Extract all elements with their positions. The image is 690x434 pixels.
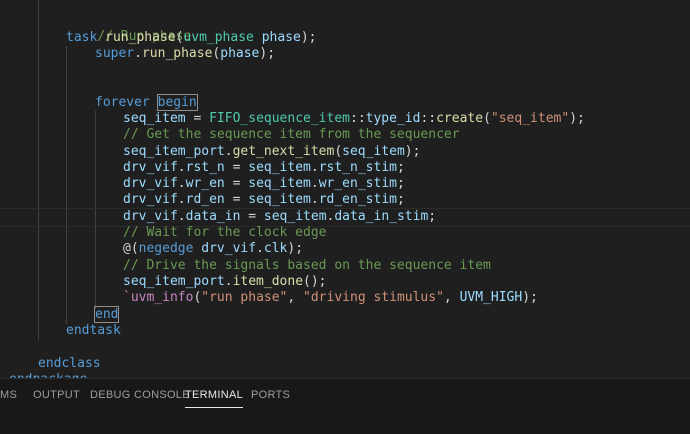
tab-debug-console[interactable]: DEBUG CONSOLE bbox=[90, 389, 190, 401]
keyword: negedge bbox=[138, 241, 194, 256]
code-line: seq_item = FIFO_sequence_item::type_id::… bbox=[123, 111, 585, 126]
tab-ports[interactable]: PORTS bbox=[251, 389, 290, 401]
identifier: seq_item_port bbox=[123, 274, 225, 289]
code-editor[interactable]: // Run phase task run_phase(uvm_phase ph… bbox=[0, 0, 690, 378]
function-name: run_phase bbox=[105, 30, 176, 45]
identifier: rst_n_stim bbox=[318, 160, 397, 175]
code-line: drv_vif.rst_n = seq_item.rst_n_stim; bbox=[123, 160, 405, 175]
string-literal: "driving stimulus" bbox=[303, 290, 444, 305]
macro: `uvm_info bbox=[123, 290, 194, 305]
identifier: data_in bbox=[185, 209, 241, 224]
identifier: rd_en_stim bbox=[318, 192, 397, 207]
keyword: forever bbox=[95, 95, 150, 110]
function-name: create bbox=[436, 111, 484, 126]
keyword: super bbox=[95, 46, 135, 61]
string-literal: "seq_item" bbox=[490, 111, 570, 126]
code-line: task run_phase(uvm_phase phase); bbox=[66, 30, 317, 45]
type-name: FIFO_sequence_item bbox=[209, 111, 350, 126]
identifier: rst_n bbox=[185, 160, 225, 175]
function-name: run_phase bbox=[141, 46, 213, 61]
code-line: // Drive the signals based on the sequen… bbox=[123, 258, 491, 274]
identifier: type_id bbox=[365, 111, 421, 126]
identifier: drv_vif bbox=[123, 192, 178, 207]
code-line: drv_vif.rd_en = seq_item.rd_en_stim; bbox=[123, 192, 405, 207]
keyword: begin bbox=[156, 94, 198, 111]
keyword: end bbox=[93, 306, 120, 323]
identifier: data_in_stim bbox=[334, 209, 429, 224]
keyword: endclass bbox=[38, 356, 101, 371]
type-name: uvm_phase bbox=[183, 30, 254, 45]
code-line: seq_item_port.item_done(); bbox=[123, 274, 327, 289]
indent-guide bbox=[66, 46, 67, 324]
code-line: end bbox=[93, 306, 120, 323]
code-line: @(negedge drv_vif.clk); bbox=[123, 241, 304, 256]
identifier: wr_en_stim bbox=[318, 176, 397, 191]
identifier: wr_en bbox=[185, 176, 225, 191]
code-line: forever begin bbox=[95, 94, 198, 111]
function-name: get_next_item bbox=[232, 144, 335, 159]
comment: // Wait for the clock edge bbox=[123, 225, 327, 240]
code-line: endclass bbox=[38, 356, 101, 372]
comment: // Get the sequence item from the sequen… bbox=[123, 127, 460, 142]
identifier: seq_item bbox=[248, 160, 311, 175]
identifier: seq_item bbox=[248, 176, 311, 191]
identifier: seq_item bbox=[123, 111, 186, 126]
code-line: endtask bbox=[66, 323, 121, 339]
keyword: task bbox=[66, 30, 98, 45]
string-literal: "run phase" bbox=[201, 290, 288, 305]
bottom-panel: MS OUTPUT DEBUG CONSOLE TERMINAL PORTS bbox=[0, 378, 690, 434]
identifier: seq_item bbox=[263, 209, 327, 224]
tab-problems[interactable]: MS bbox=[0, 389, 17, 401]
identifier: seq_item bbox=[342, 144, 405, 159]
tab-terminal[interactable]: TERMINAL bbox=[185, 389, 244, 408]
code-line: // Get the sequence item from the sequen… bbox=[123, 127, 460, 143]
code-line: drv_vif.wr_en = seq_item.wr_en_stim; bbox=[123, 176, 405, 191]
indent-guide bbox=[38, 0, 39, 340]
identifier: seq_item bbox=[248, 192, 311, 207]
code-line: // Run phase bbox=[66, 13, 191, 44]
code-line: // Wait for the clock edge bbox=[123, 225, 327, 241]
identifier: drv_vif bbox=[123, 209, 178, 224]
function-name: item_done bbox=[232, 274, 304, 289]
code-line: super.run_phase(phase); bbox=[95, 46, 276, 61]
identifier: phase bbox=[261, 30, 301, 45]
comment: // Drive the signals based on the sequen… bbox=[123, 258, 491, 273]
identifier: drv_vif bbox=[201, 241, 257, 256]
tab-output[interactable]: OUTPUT bbox=[33, 389, 80, 401]
keyword: endtask bbox=[66, 323, 121, 338]
code-line: seq_item_port.get_next_item(seq_item); bbox=[123, 144, 421, 159]
identifier: rd_en bbox=[185, 192, 225, 207]
identifier: clk bbox=[263, 241, 288, 256]
identifier: drv_vif bbox=[123, 176, 178, 191]
identifier: seq_item_port bbox=[123, 144, 225, 159]
identifier: phase bbox=[220, 46, 260, 61]
identifier: drv_vif bbox=[123, 160, 178, 175]
identifier: UVM_HIGH bbox=[459, 290, 523, 305]
code-line: drv_vif.data_in = seq_item.data_in_stim; bbox=[123, 209, 437, 224]
code-line: `uvm_info("run phase", "driving stimulus… bbox=[123, 290, 538, 305]
